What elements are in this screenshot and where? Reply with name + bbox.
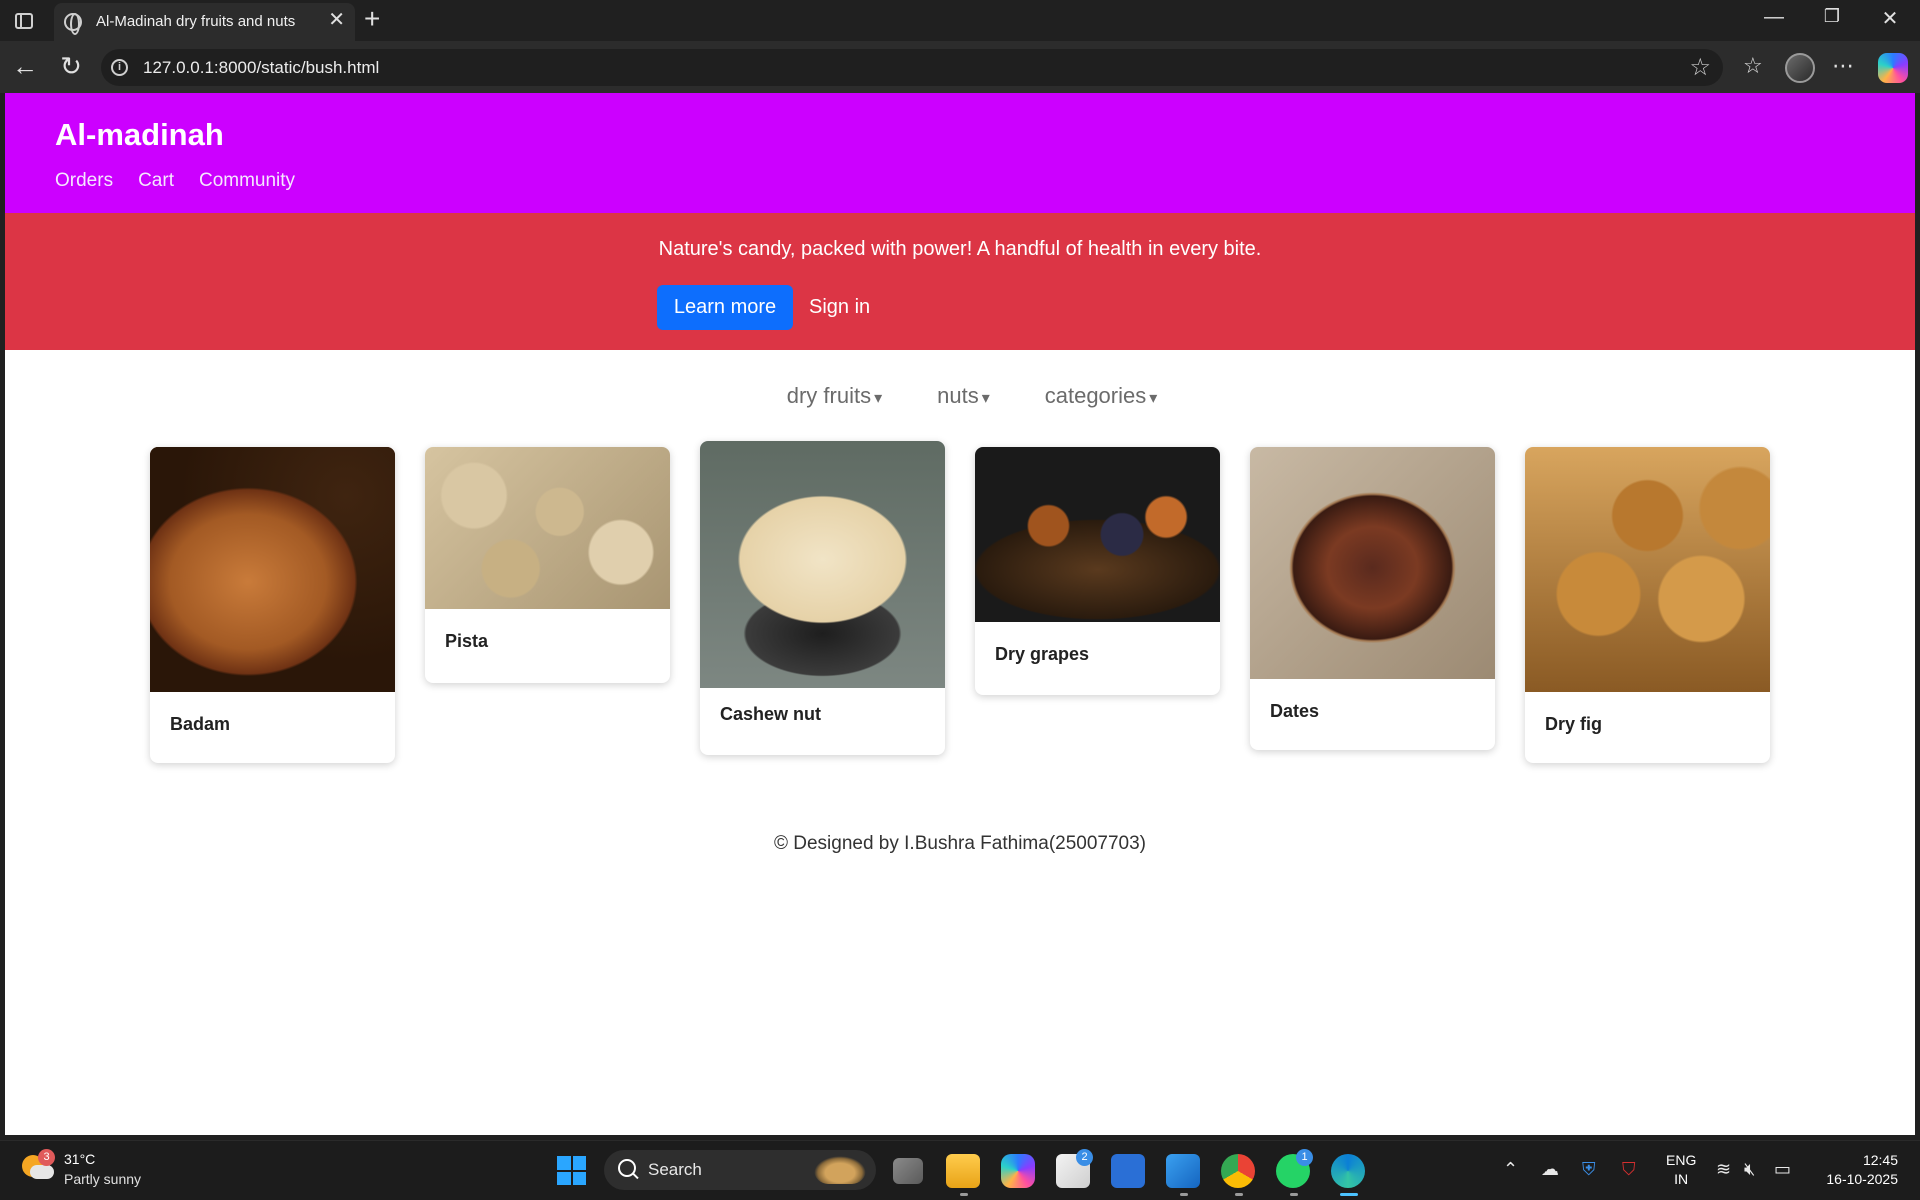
copilot-app-icon[interactable] [1001,1154,1035,1188]
security-shield-icon[interactable]: ⛨ [1582,1159,1596,1180]
address-row: ← ↻ i 127.0.0.1:8000/static/bush.html ☆ [0,41,1920,93]
tab-actions-icon[interactable] [12,9,36,33]
globe-icon [64,13,82,35]
product-card-dry-fig[interactable]: Dry fig [1525,447,1770,763]
pista-image [425,447,670,609]
close-tab-icon[interactable]: ✕ [328,10,345,30]
favorites-icon[interactable]: ☆ [1743,53,1763,79]
dry-fig-image [1525,447,1770,692]
task-view-icon[interactable] [893,1158,923,1184]
product-name: Pista [445,631,489,651]
weather-desc[interactable]: Partly sunny [64,1171,141,1187]
generic-app-icon[interactable] [1111,1154,1145,1188]
antivirus-icon[interactable]: ⛉ [1622,1159,1636,1180]
edge-icon[interactable] [1331,1154,1365,1188]
file-explorer-icon[interactable] [946,1154,980,1188]
product-name: Cashew nut [720,704,822,724]
more-options-icon[interactable]: ⋯ [1832,53,1854,79]
onedrive-icon[interactable]: ☁ [1541,1159,1559,1180]
dry-grapes-image [975,447,1220,622]
wifi-icon[interactable]: ≋ [1716,1159,1731,1180]
chrome-icon[interactable] [1221,1154,1255,1188]
chevron-up-icon[interactable]: ⌃ [1503,1159,1518,1180]
taskbar: 3 31°C Partly sunny Search 2 1 ⌃ ☁ ⛨ ⛉ E… [0,1140,1920,1200]
search-icon [618,1159,636,1177]
cashew-image [700,441,945,688]
back-icon[interactable]: ← [8,51,42,81]
restore-icon[interactable]: ❐ [1812,6,1852,27]
system-clock[interactable]: 12:45 16-10-2025 [1818,1151,1898,1189]
app-running-indicator [1235,1193,1243,1196]
filter-menu: dry fruits ▾ nuts ▾ categories ▾ [5,383,1915,409]
browser-tab[interactable]: Al-Madinah dry fruits and nuts ✕ [54,3,355,41]
nav-cart[interactable]: Cart [138,170,174,192]
new-tab-icon[interactable]: + [364,4,380,34]
caret-down-icon: ▾ [1149,390,1158,407]
weather-temp[interactable]: 31°C [64,1151,95,1167]
product-card-cashew[interactable]: Cashew nut [700,441,945,755]
site-nav: Orders Cart Community [55,170,295,192]
store-badge: 2 [1076,1149,1093,1166]
product-name: Badam [170,714,231,734]
address-bar[interactable]: i 127.0.0.1:8000/static/bush.html ☆ [101,49,1723,86]
app-running-indicator [1290,1193,1298,1196]
windows-start-icon[interactable] [557,1156,586,1185]
product-name: Dry grapes [995,644,1090,664]
weather-badge: 3 [38,1149,55,1166]
window-close-icon[interactable]: ✕ [1870,6,1910,31]
hero-tagline: Nature's candy, packed with power! A han… [658,238,1262,260]
hero-banner: Nature's candy, packed with power! A han… [5,213,1915,350]
filter-categories[interactable]: categories ▾ [1045,383,1158,409]
product-card-pista[interactable]: Pista [425,447,670,683]
badam-image [150,447,395,692]
search-label: Search [648,1160,702,1179]
caret-down-icon: ▾ [874,390,883,407]
product-card-badam[interactable]: Badam [150,447,395,763]
product-name: Dry fig [1545,714,1603,734]
app-active-indicator [1340,1193,1358,1196]
copilot-icon[interactable] [1878,53,1908,83]
product-card-dry-grapes[interactable]: Dry grapes [975,447,1220,695]
battery-icon[interactable]: ▭ [1774,1159,1791,1180]
url-text[interactable]: 127.0.0.1:8000/static/bush.html [143,58,379,78]
filter-dry-fruits[interactable]: dry fruits ▾ [787,383,882,409]
language-indicator[interactable]: ENG IN [1666,1151,1696,1189]
filter-nuts[interactable]: nuts ▾ [937,383,990,409]
vscode-icon[interactable] [1166,1154,1200,1188]
site-info-icon[interactable]: i [111,59,128,76]
whatsapp-badge: 1 [1296,1149,1313,1166]
app-running-indicator [1180,1193,1188,1196]
refresh-icon[interactable]: ↻ [54,51,88,81]
nav-orders[interactable]: Orders [55,170,113,192]
favorite-star-icon[interactable]: ☆ [1689,53,1711,82]
profile-avatar[interactable] [1785,53,1815,83]
learn-more-button[interactable]: Learn more [657,285,793,330]
tab-title: Al-Madinah dry fruits and nuts [96,13,296,30]
page-viewport: Al-madinah Orders Cart Community Nature'… [5,93,1915,1135]
nav-community[interactable]: Community [199,170,295,192]
taskbar-search[interactable]: Search [604,1150,876,1190]
site-header: Al-madinah Orders Cart Community [5,93,1915,213]
product-card-dates[interactable]: Dates [1250,447,1495,750]
minimize-icon[interactable]: — [1754,6,1794,29]
browser-tab-bar: Al-Madinah dry fruits and nuts ✕ + — ❐ ✕ [0,0,1920,41]
dates-image [1250,447,1495,679]
search-highlight-image [814,1156,866,1184]
app-running-indicator [960,1193,968,1196]
sign-in-link[interactable]: Sign in [809,296,870,319]
speaker-muted-icon[interactable]: 🔇︎ [1744,1159,1755,1180]
product-name: Dates [1270,701,1320,721]
caret-down-icon: ▾ [981,390,990,407]
site-brand[interactable]: Al-madinah [55,117,224,153]
site-footer: © Designed by I.Bushra Fathima(25007703) [773,833,1147,854]
